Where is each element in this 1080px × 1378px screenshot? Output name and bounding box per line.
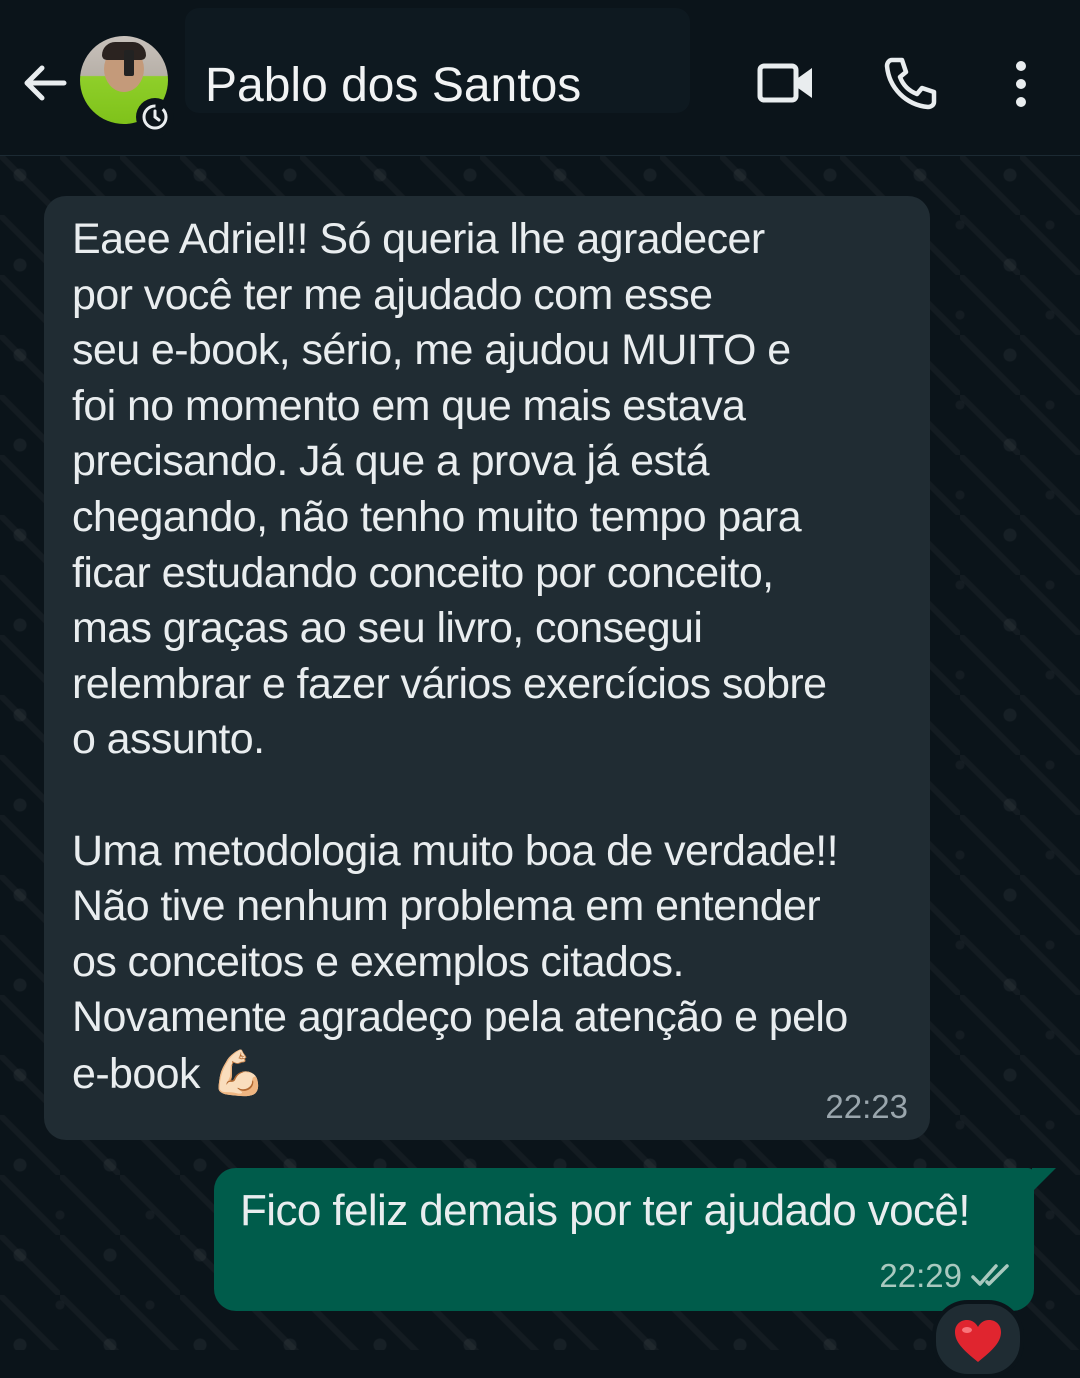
status-clock-icon — [136, 98, 174, 136]
message-reaction[interactable] — [932, 1300, 1024, 1378]
flexed-biceps-emoji: 💪🏻 — [211, 1048, 266, 1098]
more-options-icon[interactable] — [1005, 58, 1037, 110]
incoming-message-bubble[interactable]: Eaee Adriel!! Só queria lhe agradecer po… — [44, 196, 930, 1140]
outgoing-message-text: Fico feliz demais por ter ajudado você! — [240, 1186, 970, 1235]
video-call-icon[interactable] — [756, 58, 816, 108]
heart-icon — [955, 1320, 1001, 1362]
incoming-message-body: Eaee Adriel!! Só queria lhe agradecer po… — [72, 215, 848, 1098]
outgoing-message-time: 22:29 — [879, 1257, 962, 1294]
contact-name[interactable]: Pablo dos Santos — [205, 58, 581, 113]
back-arrow-icon[interactable] — [18, 56, 72, 110]
outgoing-message-bubble[interactable]: Fico feliz demais por ter ajudado você! … — [214, 1168, 1056, 1311]
incoming-message-text: Eaee Adriel!! Só queria lhe agradecer po… — [72, 212, 922, 1103]
read-ticks-icon — [971, 1264, 1009, 1286]
chat-header: Pablo dos Santos — [0, 0, 1080, 156]
incoming-message-time: 22:23 — [825, 1088, 908, 1125]
voice-call-icon[interactable] — [882, 54, 940, 112]
outgoing-message-meta: 22:29 — [879, 1257, 1012, 1295]
